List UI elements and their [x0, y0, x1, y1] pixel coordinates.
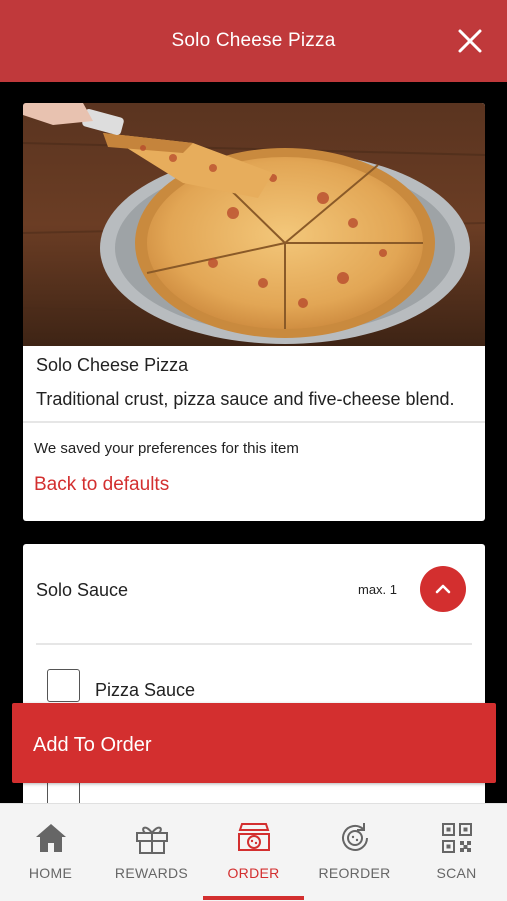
nav-order[interactable]: ORDER [203, 804, 304, 901]
add-to-order-button[interactable]: Add To Order [12, 703, 496, 783]
item-description: Traditional crust, pizza sauce and five-… [36, 389, 455, 409]
gift-icon [136, 826, 168, 854]
nav-home[interactable]: HOME [0, 804, 101, 901]
divider [23, 421, 485, 423]
max-selection-label: max. 1 [358, 582, 398, 597]
chevron-up-icon [435, 584, 451, 594]
nav-label: REWARDS [114, 865, 189, 881]
option-label: Pizza Sauce [95, 680, 196, 700]
close-icon [458, 29, 482, 53]
collapse-section-button[interactable] [420, 566, 466, 612]
home-icon [36, 824, 66, 852]
reorder-icon [342, 823, 368, 851]
nav-label: HOME [28, 865, 73, 881]
page-title: Solo Cheese Pizza [171, 30, 336, 51]
add-to-order-label: Add To Order [33, 734, 152, 756]
item-name: Solo Cheese Pizza [36, 355, 189, 375]
pizza-sauce-checkbox[interactable] [47, 669, 80, 702]
preferences-note: We saved your preferences for this item [34, 440, 299, 457]
section-title: Solo Sauce [36, 580, 129, 600]
nav-scan[interactable]: SCAN [406, 804, 507, 901]
qr-code-icon [442, 823, 472, 853]
bottom-nav: HOME REWARDS ORDER REORDER SCAN [0, 803, 507, 901]
item-card: Solo Cheese Pizza Traditional crust, piz… [23, 103, 485, 521]
pizza-photo [23, 103, 485, 346]
sauce-options-card: Solo Sauce max. 1 Pizza Sauce [23, 544, 485, 844]
nav-label: REORDER [318, 865, 391, 881]
nav-label: SCAN [436, 865, 477, 881]
pizza-box-icon [238, 823, 270, 851]
nav-reorder[interactable]: REORDER [304, 804, 405, 901]
back-to-defaults-link[interactable]: Back to defaults [34, 474, 169, 496]
close-button[interactable] [455, 26, 485, 56]
app-header: Solo Cheese Pizza [0, 0, 507, 82]
nav-rewards[interactable]: REWARDS [101, 804, 202, 901]
active-tab-indicator [203, 896, 304, 900]
nav-label: ORDER [227, 865, 280, 881]
divider [36, 643, 472, 645]
